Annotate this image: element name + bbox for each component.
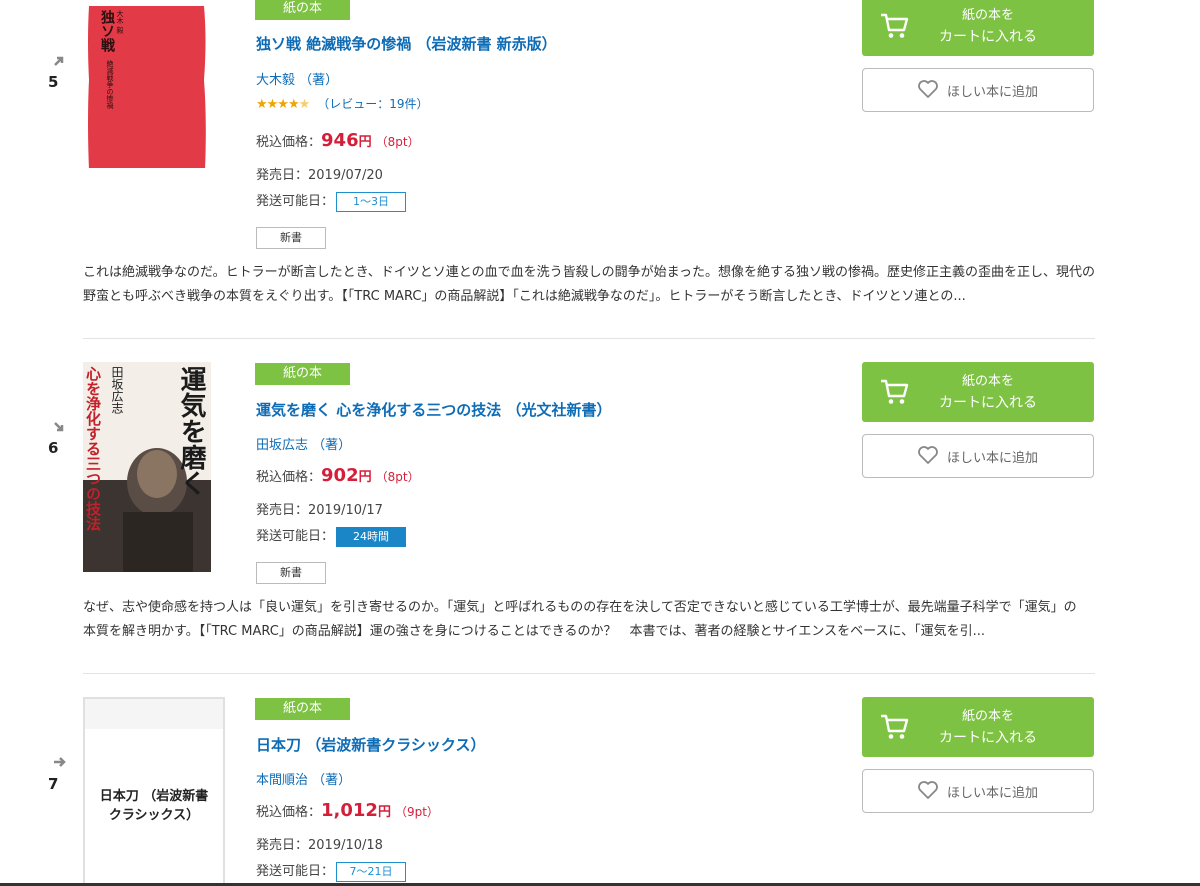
divider: [83, 673, 1095, 674]
paper-book-badge: 紙の本: [255, 363, 350, 385]
author-link[interactable]: 本間順治 （著）: [256, 769, 351, 788]
price-row: 税込価格：946円 （8pt）: [256, 130, 420, 151]
wishlist-label: ほしい本に追加: [947, 451, 1039, 466]
heart-icon: [918, 446, 938, 464]
price-label: 税込価格：: [256, 470, 322, 485]
cover-subtitle: 心を浄化する三つの技法: [84, 366, 102, 531]
book-title-link[interactable]: 日本刀 （岩波新書クラシックス）: [256, 734, 485, 755]
genre-tag[interactable]: 新書: [256, 227, 326, 249]
price-yen: 円: [377, 805, 391, 820]
cart-label-line1: 紙の本を: [961, 374, 1014, 389]
ship-time-badge: 1〜3日: [336, 191, 407, 212]
rank-number: 6: [48, 439, 59, 457]
add-to-wishlist-button[interactable]: ほしい本に追加: [862, 68, 1094, 112]
arrow-down-right-icon: [52, 420, 66, 434]
book-description: なぜ、志や使命感を持つ人は「良い運気」を引き寄せるのか。「運気」と呼ばれるものの…: [83, 596, 1113, 644]
add-to-cart-button[interactable]: 紙の本を カートに入れる: [862, 362, 1094, 422]
heart-icon: [918, 80, 938, 98]
paper-book-badge: 紙の本: [255, 698, 350, 720]
price-label: 税込価格：: [256, 805, 322, 820]
description-line: 本質を解き明かす。【「TRC MARC」の商品解説】運の強さを身につけることはで…: [83, 624, 986, 639]
price-row: 税込価格：1,012円 （9pt）: [256, 800, 439, 821]
cover-placeholder-text: 日本刀 （岩波新書 クラシックス）: [85, 787, 223, 825]
price-yen: 円: [358, 470, 372, 485]
ship-label: 発送可能日：: [256, 194, 335, 209]
price-value: 1,012: [321, 800, 378, 821]
ship-time-badge: 7〜21日: [336, 861, 407, 882]
description-line: 野蛮とも呼ぶべき戦争の本質をえぐり出す。【「TRC MARC」の商品解説】「これ…: [83, 289, 966, 304]
book-cover[interactable]: 独ソ戦 大木 毅 絶滅戦争の惨禍: [83, 0, 211, 182]
wishlist-label: ほしい本に追加: [947, 786, 1039, 801]
wishlist-label: ほしい本に追加: [947, 85, 1039, 100]
divider: [83, 338, 1095, 339]
book-cover[interactable]: 日本刀 （岩波新書 クラシックス）: [83, 697, 225, 886]
author-link[interactable]: 田坂広志 （著）: [256, 434, 351, 453]
points: （8pt）: [375, 135, 420, 149]
heart-icon: [918, 781, 938, 799]
release-date: 発売日：2019/10/17: [256, 503, 383, 518]
book-cover[interactable]: 運気を磨く 心を浄化する三つの技法 田坂広志: [83, 362, 211, 572]
genre-tag[interactable]: 新書: [256, 562, 326, 584]
price-row: 税込価格：902円 （8pt）: [256, 465, 420, 486]
book-title-link[interactable]: 独ソ戦 絶滅戦争の惨禍 （岩波新書 新赤版）: [256, 33, 557, 54]
price-value: 902: [321, 465, 359, 486]
arrow-right-icon: [52, 755, 66, 769]
arrow-up-right-icon: [52, 54, 66, 68]
cover-text-line: クラシックス）: [108, 808, 200, 823]
description-line: これは絶滅戦争なのだ。ヒトラーが断言したとき、ドイツとソ連との血で血を洗う皆殺し…: [83, 265, 1096, 280]
book-title-link[interactable]: 運気を磨く 心を浄化する三つの技法 （光文社新書）: [256, 399, 611, 420]
price-label: 税込価格：: [256, 135, 322, 150]
cover-placeholder-band: [85, 699, 223, 729]
add-to-cart-button[interactable]: 紙の本を カートに入れる: [862, 0, 1094, 56]
cover-author: 田坂広志: [110, 366, 124, 414]
cover-text-line: 日本刀 （岩波新書: [99, 789, 209, 804]
ship-row: 発送可能日： 24時間: [256, 525, 407, 547]
rating: ★★★★★ （レビュー：19件）: [256, 95, 429, 112]
ship-row: 発送可能日： 7〜21日: [256, 860, 407, 882]
add-to-wishlist-button[interactable]: ほしい本に追加: [862, 434, 1094, 478]
price-value: 946: [321, 130, 359, 151]
ship-row: 発送可能日： 1〜3日: [256, 190, 407, 212]
rank-number: 5: [48, 73, 59, 91]
add-to-wishlist-button[interactable]: ほしい本に追加: [862, 769, 1094, 813]
cover-title: 独ソ戦: [99, 10, 115, 52]
cover-subtitle: 絶滅戦争の惨禍: [106, 60, 114, 109]
rank-number: 7: [48, 775, 59, 793]
book-description: これは絶滅戦争なのだ。ヒトラーが断言したとき、ドイツとソ連との血で血を洗う皆殺し…: [83, 261, 1113, 309]
release-date: 発売日：2019/10/18: [256, 838, 383, 853]
cart-label-line1: 紙の本を: [961, 8, 1014, 23]
release-date: 発売日：2019/07/20: [256, 168, 383, 183]
points: （9pt）: [394, 805, 439, 819]
paper-book-badge: 紙の本: [255, 0, 350, 20]
star-rating-icon: ★★★★★: [256, 97, 310, 112]
description-line: なぜ、志や使命感を持つ人は「良い運気」を引き寄せるのか。「運気」と呼ばれるものの…: [83, 600, 1077, 615]
add-to-cart-button[interactable]: 紙の本を カートに入れる: [862, 697, 1094, 757]
cover-title: 運気を磨く: [176, 366, 206, 496]
ship-label: 発送可能日：: [256, 529, 335, 544]
cover-author: 大木 毅: [116, 10, 124, 34]
ship-label: 発送可能日：: [256, 864, 335, 879]
author-link[interactable]: 大木毅 （著）: [256, 69, 338, 88]
cart-label-line2: カートに入れる: [939, 395, 1037, 411]
ship-time-badge: 24時間: [336, 526, 407, 547]
cart-label-line1: 紙の本を: [961, 709, 1014, 724]
cart-label-line2: カートに入れる: [939, 29, 1037, 45]
cart-label-line2: カートに入れる: [939, 730, 1037, 746]
price-yen: 円: [358, 135, 372, 150]
review-count-link[interactable]: （レビュー：19件）: [317, 97, 428, 111]
points: （8pt）: [375, 470, 420, 484]
